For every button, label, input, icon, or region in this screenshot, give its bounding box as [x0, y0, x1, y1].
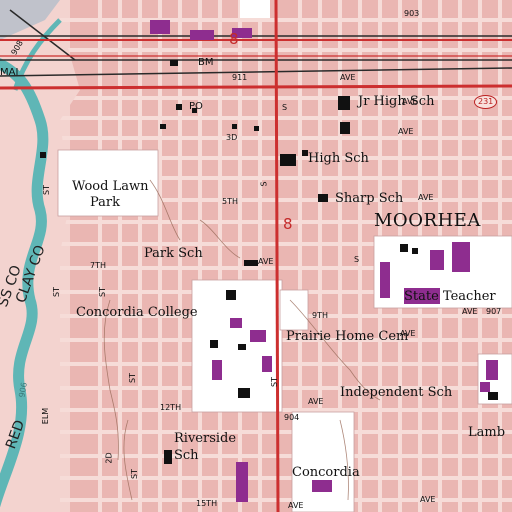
street-label: ST	[129, 469, 139, 479]
wood-lawn-label: Wood Lawn	[72, 179, 149, 194]
sharp-school-label: Sharp Sch	[335, 191, 404, 206]
street-label: S	[354, 255, 360, 264]
street-label: AVE	[340, 73, 356, 82]
concordia-college-label: Concordia College	[76, 305, 198, 320]
street-label: AVE	[308, 397, 324, 406]
benchmark-label: BM	[198, 57, 214, 68]
elevation-label: 903	[404, 9, 420, 18]
street-label: 15TH	[196, 499, 218, 508]
street-label: AVE	[420, 495, 436, 504]
street-label: 12TH	[160, 403, 182, 412]
street-label: ST	[41, 185, 51, 195]
state-teachers-label: State Teacher	[404, 289, 496, 304]
street-number: 911	[232, 73, 248, 82]
street-label: 5TH	[222, 197, 238, 206]
street-label: ST	[97, 287, 107, 297]
high-school-label: High Sch	[308, 151, 369, 166]
street-label: ELM	[41, 407, 51, 425]
park-school-label: Park Sch	[144, 246, 203, 261]
wood-lawn-park-label: Park	[90, 195, 121, 210]
street-number: 904	[284, 413, 300, 422]
concordia-field-area	[291, 411, 355, 512]
cemetery-area	[279, 289, 309, 331]
riverside-label: Riverside	[174, 431, 237, 446]
riverside-school-label: Sch	[174, 448, 199, 463]
street-label: 7TH	[90, 261, 106, 270]
street-label: AVE	[258, 257, 274, 266]
jr-high-school-label: Jr High Sch	[358, 94, 435, 109]
street-label: AVE	[462, 307, 478, 316]
moorhead-label: MOORHEA	[374, 210, 481, 231]
street-number: 907	[486, 307, 502, 316]
street-label: AVE	[402, 97, 418, 106]
prairie-home-cemetery-label: Prairie Home Cem	[286, 329, 409, 344]
topographic-map[interactable]: 8 8 231 Jr High Sch High Sch Sharp Sch M…	[0, 0, 512, 512]
street-label: ST	[127, 373, 137, 383]
street-label: 3D	[226, 133, 238, 142]
main-ave-label: MAI	[0, 67, 19, 78]
street-label: ST	[51, 287, 61, 297]
concordia-label: Concordia	[292, 465, 360, 480]
street-label: AVE	[418, 193, 434, 202]
map-canvas	[0, 0, 512, 512]
us-route-number: 8	[283, 215, 293, 233]
independent-school-label: Independent Sch	[340, 385, 453, 400]
lamb-label: Lamb	[468, 425, 506, 440]
street-label: S	[282, 103, 288, 112]
street-label: AVE	[398, 127, 414, 136]
street-label: S	[259, 181, 269, 187]
concordia-campus-area	[191, 279, 283, 413]
street-label: 2D	[104, 452, 114, 464]
top-park-area	[240, 0, 270, 18]
street-label: 9TH	[312, 311, 328, 320]
street-label: AVE	[400, 329, 416, 338]
street-label: ST	[269, 377, 279, 387]
post-office-label: PO	[189, 101, 203, 112]
us-route-number: 8	[229, 30, 239, 48]
street-label: AVE	[288, 501, 304, 510]
